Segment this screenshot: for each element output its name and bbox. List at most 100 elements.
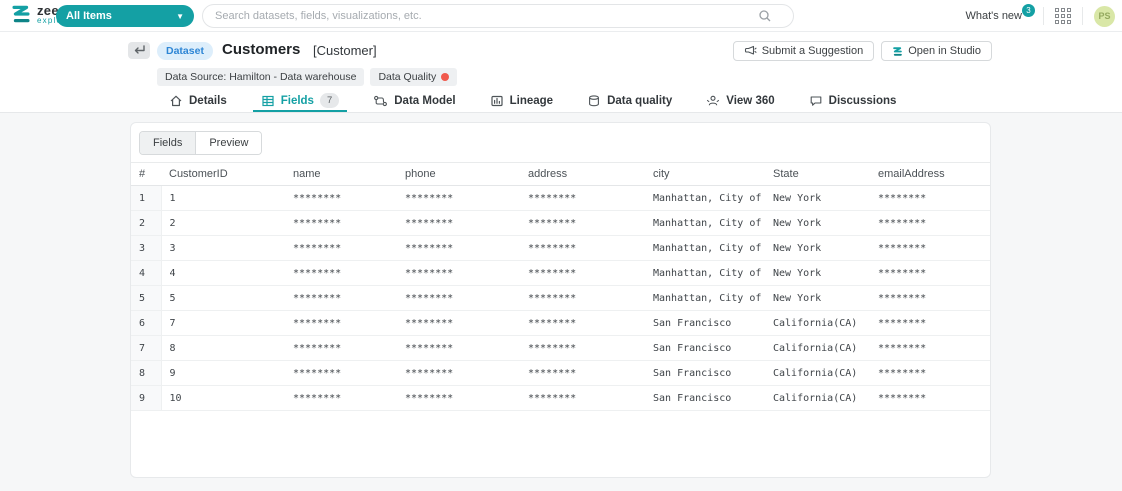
search-scope-label: All Items (66, 10, 112, 22)
cell-address: ******** (520, 235, 645, 261)
cell-emailaddress: ******** (870, 385, 990, 411)
table-row: 4 4 ******** ******** ******** Manhattan… (131, 260, 990, 286)
column-header-state: State (765, 162, 870, 186)
cell-index: 3 (131, 235, 162, 261)
cell-city: Manhattan, City of New .. (645, 185, 765, 211)
cell-phone: ******** (397, 285, 520, 311)
zeenea-logo-icon (12, 5, 30, 23)
cell-name: ******** (285, 210, 397, 236)
tab-lineage-label: Lineage (509, 94, 554, 107)
cell-state: California(CA) (765, 310, 870, 336)
cell-name: ******** (285, 385, 397, 411)
cell-address: ******** (520, 385, 645, 411)
user-avatar[interactable]: PS (1094, 5, 1115, 27)
cell-emailaddress: ******** (870, 235, 990, 261)
submit-suggestion-label: Submit a Suggestion (761, 45, 864, 57)
cell-address: ******** (520, 185, 645, 211)
tab-details[interactable]: Details (167, 89, 229, 112)
column-header-phone: phone (397, 162, 520, 186)
toggle-preview-button[interactable]: Preview (196, 132, 262, 154)
dataset-header: Dataset Customers [Customer] Data Source… (0, 32, 1122, 89)
cell-name: ******** (285, 185, 397, 211)
main-content: Fields Preview # CustomerID name phone a… (0, 114, 1122, 491)
cell-address: ******** (520, 210, 645, 236)
cell-customerid: 9 (161, 360, 285, 386)
dataset-tabs: Details Fields 7 Data Model Lineage Data… (0, 89, 1122, 113)
toggle-fields-button[interactable]: Fields (140, 132, 197, 154)
chevron-down-icon: ▼ (176, 11, 184, 21)
cell-state: California(CA) (765, 360, 870, 386)
cell-state: California(CA) (765, 385, 870, 411)
cell-index: 7 (131, 335, 162, 361)
table-header-row: # CustomerID name phone address city Sta… (131, 162, 990, 186)
dataset-type-badge: Dataset (157, 42, 213, 60)
fields-count-badge: 7 (319, 93, 340, 108)
tab-data-quality-label: Data quality (607, 94, 673, 107)
cell-state: New York (765, 285, 870, 311)
column-header-emailaddress: emailAddress (870, 162, 990, 186)
tab-lineage[interactable]: Lineage (488, 89, 555, 112)
data-source-label: Data Source: Hamilton - Data warehouse (165, 71, 357, 83)
tab-details-label: Details (189, 94, 227, 107)
tab-fields-label: Fields (280, 94, 314, 107)
divider (1082, 7, 1083, 25)
tab-data-model-label: Data Model (394, 94, 456, 107)
column-header-customerid: CustomerID (161, 162, 285, 186)
column-header-city: city (645, 162, 765, 186)
cell-city: Manhattan, City of New .. (645, 235, 765, 261)
cell-index: 6 (131, 310, 162, 336)
cell-customerid: 3 (161, 235, 285, 261)
cell-state: New York (765, 235, 870, 261)
open-in-studio-button[interactable]: Open in Studio (881, 41, 992, 61)
search-input[interactable] (202, 4, 794, 28)
cell-phone: ******** (397, 335, 520, 361)
home-icon (170, 95, 182, 106)
preview-card: Fields Preview # CustomerID name phone a… (130, 122, 991, 478)
search-scope-dropdown[interactable]: All Items ▼ (56, 5, 194, 27)
whats-new-link[interactable]: What's new 3 (965, 4, 1035, 22)
tab-discussions[interactable]: Discussions (807, 89, 899, 112)
cell-customerid: 2 (161, 210, 285, 236)
back-button[interactable] (128, 42, 150, 59)
cell-phone: ******** (397, 360, 520, 386)
tab-view-360-label: View 360 (726, 94, 775, 107)
tab-view-360[interactable]: View 360 (704, 89, 776, 112)
tab-data-quality[interactable]: Data quality (585, 89, 674, 112)
cell-emailaddress: ******** (870, 210, 990, 236)
preview-table: # CustomerID name phone address city Sta… (131, 162, 990, 411)
table-row: 9 10 ******** ******** ******** San Fran… (131, 385, 990, 411)
apps-grid-icon[interactable] (1055, 8, 1071, 24)
cell-phone: ******** (397, 310, 520, 336)
cell-emailaddress: ******** (870, 310, 990, 336)
cell-state: New York (765, 260, 870, 286)
table-row: 8 9 ******** ******** ******** San Franc… (131, 360, 990, 386)
tab-data-model[interactable]: Data Model (371, 89, 457, 112)
cell-index: 8 (131, 360, 162, 386)
cell-customerid: 8 (161, 335, 285, 361)
table-row: 7 8 ******** ******** ******** San Franc… (131, 335, 990, 361)
cell-name: ******** (285, 260, 397, 286)
cell-city: Manhattan, City of New .. (645, 210, 765, 236)
cell-phone: ******** (397, 260, 520, 286)
table-icon (262, 95, 274, 106)
cell-index: 1 (131, 185, 162, 211)
top-navigation-bar: zeenea explorer All Items ▼ What's new 3… (0, 0, 1122, 32)
cell-address: ******** (520, 335, 645, 361)
cell-state: New York (765, 210, 870, 236)
cell-index: 2 (131, 210, 162, 236)
tab-fields[interactable]: Fields 7 (252, 89, 347, 112)
submit-suggestion-button[interactable]: Submit a Suggestion (732, 41, 875, 61)
cell-emailaddress: ******** (870, 185, 990, 211)
cell-address: ******** (520, 285, 645, 311)
table-row: 3 3 ******** ******** ******** Manhattan… (131, 235, 990, 261)
data-model-icon (374, 95, 388, 106)
cell-state: California(CA) (765, 335, 870, 361)
table-row: 6 7 ******** ******** ******** San Franc… (131, 310, 990, 336)
cell-phone: ******** (397, 385, 520, 411)
data-source-chip: Data Source: Hamilton - Data warehouse (157, 68, 365, 86)
cell-emailaddress: ******** (870, 335, 990, 361)
cell-customerid: 5 (161, 285, 285, 311)
column-header-index: # (131, 162, 161, 186)
search-icon (759, 10, 771, 22)
page-title: Customers (222, 41, 301, 58)
